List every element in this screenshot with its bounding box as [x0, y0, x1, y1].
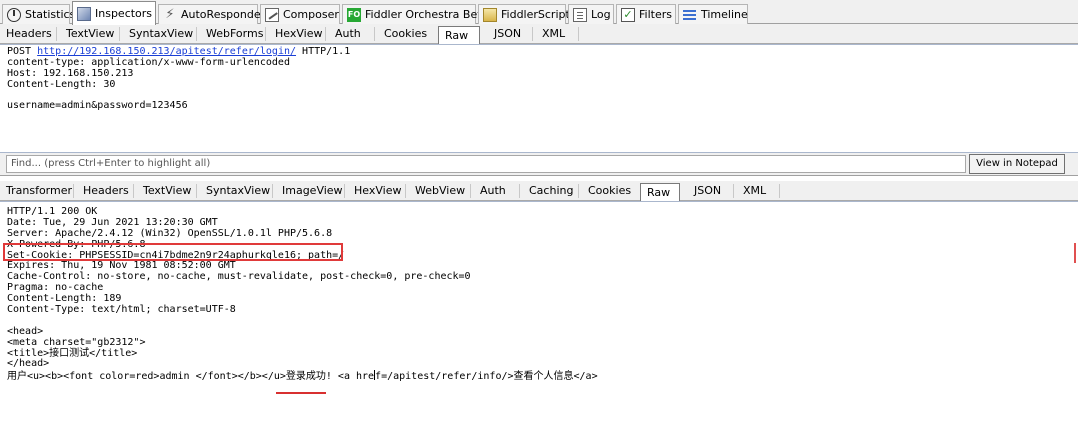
- timeline-icon: [683, 8, 697, 22]
- request-raw-text: POST http://192.168.150.213/apitest/refe…: [0, 46, 351, 112]
- request-tab-webforms[interactable]: WebForms: [200, 25, 269, 43]
- request-body: username=admin&password=123456: [7, 100, 188, 112]
- request-header-line: Content-Length: 30: [7, 78, 116, 90]
- request-tab-textview[interactable]: TextView: [60, 25, 120, 43]
- request-tab-cookies[interactable]: Cookies: [378, 25, 433, 43]
- tab-fiddler-orchestra[interactable]: FO Fiddler Orchestra Beta: [342, 4, 488, 24]
- tab-autoresponder[interactable]: ⚡ AutoResponder: [158, 4, 265, 24]
- request-protocol: HTTP/1.1: [302, 46, 351, 57]
- tab-filters[interactable]: ✓ Filters: [616, 4, 676, 24]
- request-method: POST: [7, 46, 32, 57]
- response-line: <title>接口测试</title>: [7, 347, 138, 359]
- request-tab-syntaxview[interactable]: SyntaxView: [123, 25, 199, 43]
- inspectors-icon: [77, 6, 91, 21]
- response-tab-imageview[interactable]: ImageView: [276, 182, 349, 200]
- login-success-underline: [276, 392, 326, 394]
- view-in-notepad-button[interactable]: View in Notepad: [969, 154, 1065, 174]
- body-text-after-caret: f=/apitest/refer/info/>查看个人信息</a>: [375, 371, 598, 383]
- response-tab-textview[interactable]: TextView: [137, 182, 197, 200]
- response-tab-transformer[interactable]: Transformer: [0, 182, 78, 200]
- edge-red-mark: [1074, 243, 1076, 263]
- request-tab-xml[interactable]: XML: [536, 25, 571, 43]
- response-line: Content-Type: text/html; charset=UTF-8: [7, 304, 236, 316]
- tab-label: Inspectors: [95, 7, 153, 20]
- find-input[interactable]: Find... (press Ctrl+Enter to highlight a…: [6, 155, 966, 173]
- response-tab-raw[interactable]: Raw: [640, 183, 680, 202]
- response-line: </head>: [7, 358, 50, 370]
- tab-label: Statistics: [25, 8, 76, 21]
- request-url-link[interactable]: http://192.168.150.213/apitest/refer/log…: [37, 46, 296, 57]
- response-tab-syntaxview[interactable]: SyntaxView: [200, 182, 276, 200]
- tab-label: AutoResponder: [181, 8, 266, 21]
- compose-icon: [265, 7, 279, 22]
- response-line: X-Powered-By: PHP/5.6.8: [7, 238, 146, 250]
- filter-checkbox-icon: ✓: [621, 7, 635, 22]
- response-tab-xml[interactable]: XML: [737, 182, 772, 200]
- request-tab-hexview[interactable]: HexView: [269, 25, 328, 43]
- lightning-icon: ⚡: [165, 6, 175, 22]
- response-view-tabs: Transformer Headers TextView SyntaxView …: [0, 181, 1078, 202]
- request-raw-textbox[interactable]: POST http://192.168.150.213/apitest/refe…: [0, 44, 1078, 153]
- request-tab-headers[interactable]: Headers: [0, 25, 58, 43]
- response-raw-text: HTTP/1.1 200 OK Date: Tue, 29 Jun 2021 13…: [0, 206, 598, 383]
- tab-label: Log: [591, 8, 611, 21]
- tab-label: FiddlerScript: [501, 8, 570, 21]
- tab-label: Composer: [283, 8, 339, 21]
- response-line: <meta charset="gb2312">: [7, 336, 146, 348]
- tab-timeline[interactable]: Timeline: [678, 4, 748, 24]
- response-body-line: 用户<u><b><font color=red>admin </font></b…: [7, 370, 598, 383]
- response-tab-hexview[interactable]: HexView: [348, 182, 407, 200]
- response-tab-cookies[interactable]: Cookies: [582, 182, 637, 200]
- tab-fiddlerscript[interactable]: FiddlerScript: [478, 4, 570, 24]
- tab-statistics[interactable]: Statistics: [2, 4, 75, 24]
- tab-inspectors[interactable]: Inspectors: [72, 1, 156, 25]
- response-line: [7, 316, 598, 327]
- fiddler-orchestra-icon: FO: [347, 7, 361, 22]
- request-tab-json[interactable]: JSON: [488, 25, 527, 43]
- tab-label: Filters: [639, 8, 672, 21]
- tab-label: Fiddler Orchestra Beta: [365, 8, 489, 21]
- response-tab-caching[interactable]: Caching: [523, 182, 579, 200]
- request-tab-auth[interactable]: Auth: [329, 25, 367, 43]
- request-tab-raw[interactable]: Raw: [438, 26, 480, 45]
- body-text-before-caret: 用户<u><b><font color=red>admin </font></b…: [7, 371, 375, 383]
- tab-composer[interactable]: Composer: [260, 4, 340, 24]
- response-tab-json[interactable]: JSON: [688, 182, 727, 200]
- log-icon: [573, 7, 587, 22]
- response-tab-headers[interactable]: Headers: [77, 182, 135, 200]
- script-icon: [483, 7, 497, 22]
- statistics-icon: [7, 7, 21, 22]
- response-tab-auth[interactable]: Auth: [474, 182, 512, 200]
- main-tab-strip: Statistics Inspectors ⚡ AutoResponder Co…: [0, 0, 1078, 25]
- tab-log[interactable]: Log: [568, 4, 614, 24]
- find-bar: Find... (press Ctrl+Enter to highlight a…: [0, 153, 1078, 176]
- tab-label: Timeline: [701, 8, 748, 21]
- response-raw-textbox[interactable]: HTTP/1.1 200 OK Date: Tue, 29 Jun 2021 13…: [0, 201, 1078, 422]
- response-tab-webview[interactable]: WebView: [409, 182, 471, 200]
- request-view-tabs: Headers TextView SyntaxView WebForms Hex…: [0, 24, 1078, 45]
